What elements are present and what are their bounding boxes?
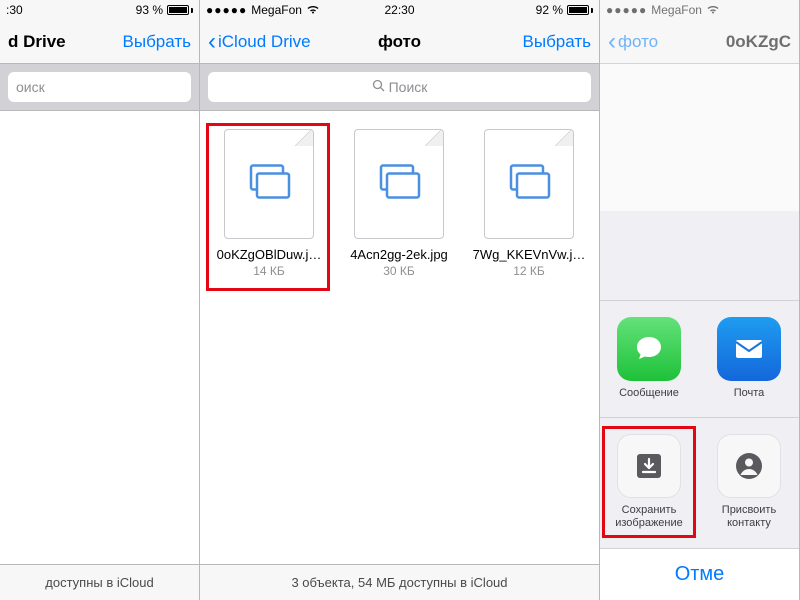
file-name: 0oKZgOBlDuw.j…	[210, 247, 328, 262]
file-size: 14 КБ	[210, 264, 328, 278]
search-input[interactable]: Поиск	[208, 72, 591, 102]
file-item[interactable]: 7Wg_KKEVnVw.j… 12 КБ	[470, 129, 588, 278]
back-button[interactable]: ‹ фото	[608, 30, 658, 54]
screenshot-3: ●●●●● MegaFon ‹ фото 0oKZgC	[600, 0, 800, 600]
screenshot-1: :30 93 % d Drive Выбрать оиск доступны в…	[0, 0, 200, 600]
file-name: 4Acn2gg-2ek.jpg	[340, 247, 458, 262]
action-label: Присвоить контакту	[708, 504, 790, 530]
images-icon	[247, 164, 291, 205]
save-image-icon	[617, 434, 681, 498]
status-bar: :30 93 %	[0, 0, 199, 20]
carrier-label: MegaFon	[251, 3, 302, 17]
time-label: :30	[6, 3, 23, 17]
footer-status: доступны в iCloud	[0, 564, 199, 600]
share-actions-row: Сохранить изображение Присвоить контакту	[600, 418, 799, 548]
file-item[interactable]: 0oKZgOBlDuw.j… 14 КБ	[210, 129, 328, 278]
signal-icon: ●●●●●	[206, 3, 247, 17]
contact-icon	[717, 434, 781, 498]
file-size: 30 КБ	[340, 264, 458, 278]
wifi-icon	[706, 3, 720, 17]
battery-icon	[567, 5, 593, 15]
action-assign-contact[interactable]: Присвоить контакту	[708, 434, 790, 530]
action-save-image[interactable]: Сохранить изображение	[608, 434, 690, 530]
message-icon	[617, 317, 681, 381]
battery-percent: 92 %	[536, 3, 563, 17]
images-icon	[507, 164, 551, 205]
share-app-label: Сообщение	[608, 387, 690, 399]
nav-bar: ‹ iCloud Drive фото Выбрать	[200, 20, 599, 64]
page-title: фото	[378, 32, 421, 52]
status-bar: ●●●●● MegaFon 22:30 92 %	[200, 0, 599, 20]
select-button[interactable]: Выбрать	[523, 32, 591, 52]
share-app-label: Почта	[708, 387, 790, 399]
mail-icon	[717, 317, 781, 381]
select-button[interactable]: Выбрать	[123, 32, 191, 52]
search-icon	[372, 79, 385, 95]
footer-status: 3 объекта, 54 МБ доступны в iCloud	[200, 564, 599, 600]
file-thumbnail	[224, 129, 314, 239]
chevron-left-icon: ‹	[208, 30, 216, 54]
search-placeholder: оиск	[16, 79, 45, 95]
search-placeholder: Поиск	[389, 79, 428, 95]
battery-percent: 93 %	[136, 3, 163, 17]
search-input[interactable]: оиск	[8, 72, 191, 102]
battery-icon	[167, 5, 193, 15]
file-thumbnail	[354, 129, 444, 239]
chevron-left-icon: ‹	[608, 30, 616, 54]
file-size: 12 КБ	[470, 264, 588, 278]
nav-bar: ‹ фото 0oKZgC	[600, 20, 799, 64]
wifi-icon	[306, 3, 320, 17]
cancel-button[interactable]: Отме	[600, 548, 799, 600]
page-title: 0oKZgC	[726, 32, 791, 52]
action-label: Сохранить изображение	[608, 504, 690, 530]
file-name: 7Wg_KKEVnVw.j…	[470, 247, 588, 262]
signal-icon: ●●●●●	[606, 3, 647, 17]
share-preview-row	[600, 211, 799, 301]
time-label: 22:30	[384, 3, 414, 17]
file-item[interactable]: 4Acn2gg-2ek.jpg 30 КБ	[340, 129, 458, 278]
status-bar: ●●●●● MegaFon	[600, 0, 799, 20]
file-thumbnail	[484, 129, 574, 239]
share-apps-row: Сообщение Почта	[600, 301, 799, 418]
screenshot-2: ●●●●● MegaFon 22:30 92 % ‹ iCloud Drive …	[200, 0, 600, 600]
page-title: d Drive	[8, 32, 66, 52]
images-icon	[377, 164, 421, 205]
share-app-message[interactable]: Сообщение	[608, 317, 690, 399]
nav-bar: d Drive Выбрать	[0, 20, 199, 64]
carrier-label: MegaFon	[651, 3, 702, 17]
back-button[interactable]: ‹ iCloud Drive	[208, 30, 311, 54]
share-sheet: Сообщение Почта Сохранить изображение	[600, 211, 799, 600]
share-app-mail[interactable]: Почта	[708, 317, 790, 399]
